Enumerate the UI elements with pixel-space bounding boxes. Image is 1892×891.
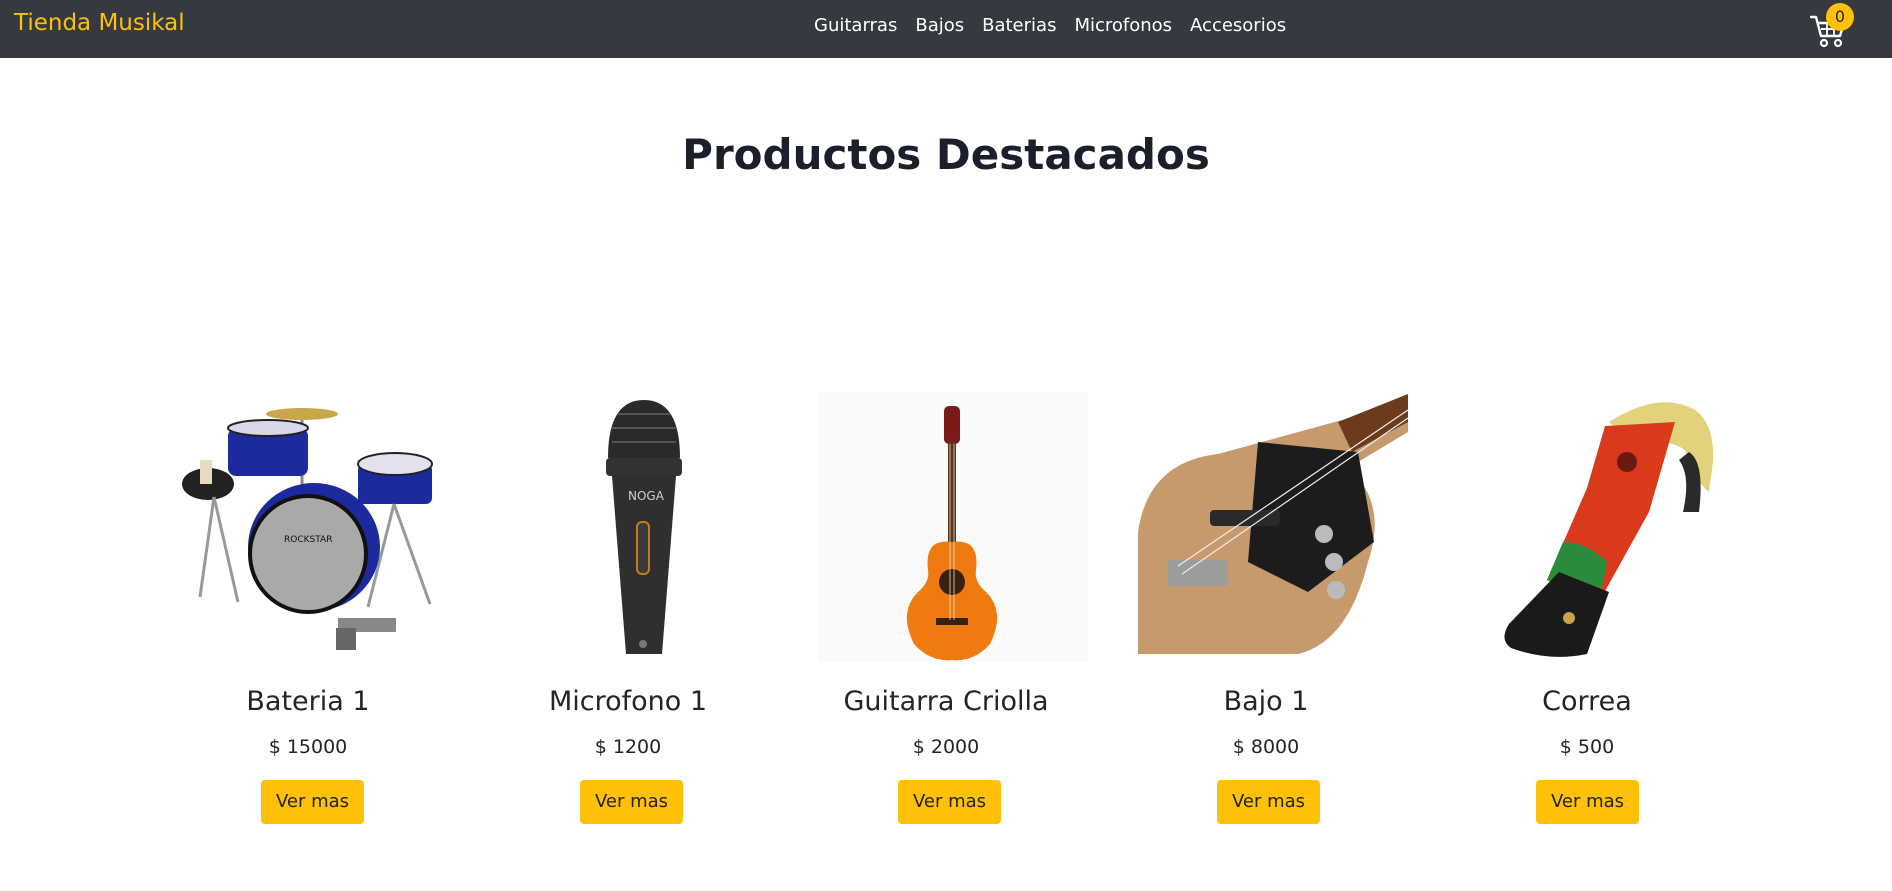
- drum-kit-icon: ROCKSTAR: [182, 408, 433, 650]
- product-card: Guitarra Criolla $ 2000 Ver mas: [801, 392, 1091, 832]
- nav-link-microfonos[interactable]: Microfonos: [1074, 15, 1172, 36]
- nav-links: Guitarras Bajos Baterias Microfonos Acce…: [814, 15, 1304, 36]
- product-price: $ 15000: [268, 736, 348, 758]
- svg-text:ROCKSTAR: ROCKSTAR: [284, 535, 332, 545]
- brand-link[interactable]: Tienda Musikal: [14, 10, 185, 36]
- product-price: $ 1200: [594, 736, 662, 758]
- product-name: Guitarra Criolla: [843, 686, 1049, 717]
- ver-mas-button[interactable]: Ver mas: [261, 780, 365, 824]
- nav-link-guitarras[interactable]: Guitarras: [814, 15, 897, 36]
- product-card: Bajo 1 $ 8000 Ver mas: [1121, 392, 1411, 832]
- strap-icon: [1504, 402, 1714, 657]
- svg-text:NOGA: NOGA: [628, 489, 665, 503]
- ver-mas-button[interactable]: Ver mas: [1536, 780, 1640, 824]
- guitar-icon: [906, 406, 998, 661]
- nav-link-bajos[interactable]: Bajos: [915, 15, 964, 36]
- navbar: Tienda Musikal Guitarras Bajos Baterias …: [0, 0, 1892, 58]
- product-card: NOGA Microfono 1 $ 1200 Ver mas: [483, 392, 773, 832]
- ver-mas-button[interactable]: Ver mas: [1217, 780, 1321, 824]
- product-price: $ 8000: [1232, 736, 1300, 758]
- microphone-icon: NOGA: [606, 400, 682, 654]
- product-price: $ 2000: [912, 736, 980, 758]
- bass-image[interactable]: [1138, 392, 1408, 662]
- cart-count-badge: 0: [1826, 3, 1854, 31]
- product-price: $ 500: [1559, 736, 1615, 758]
- guitar-image[interactable]: [818, 392, 1088, 662]
- product-card: ROCKSTAR Bateria 1 $ 15000 Ver mas: [163, 392, 453, 832]
- page-title: Productos Destacados: [682, 130, 1210, 179]
- nav-link-baterias[interactable]: Baterias: [982, 15, 1056, 36]
- microphone-image[interactable]: NOGA: [500, 392, 770, 662]
- ver-mas-button[interactable]: Ver mas: [580, 780, 684, 824]
- product-card: Correa $ 500 Ver mas: [1442, 392, 1732, 832]
- product-name: Bajo 1: [1223, 686, 1309, 717]
- ver-mas-button[interactable]: Ver mas: [898, 780, 1002, 824]
- product-name: Correa: [1542, 686, 1632, 717]
- product-name: Microfono 1: [548, 686, 708, 717]
- strap-image[interactable]: [1459, 392, 1729, 662]
- drum-kit-image[interactable]: ROCKSTAR: [180, 392, 450, 662]
- product-name: Bateria 1: [246, 686, 370, 717]
- nav-link-accesorios[interactable]: Accesorios: [1190, 15, 1286, 36]
- bass-icon: [1138, 394, 1408, 654]
